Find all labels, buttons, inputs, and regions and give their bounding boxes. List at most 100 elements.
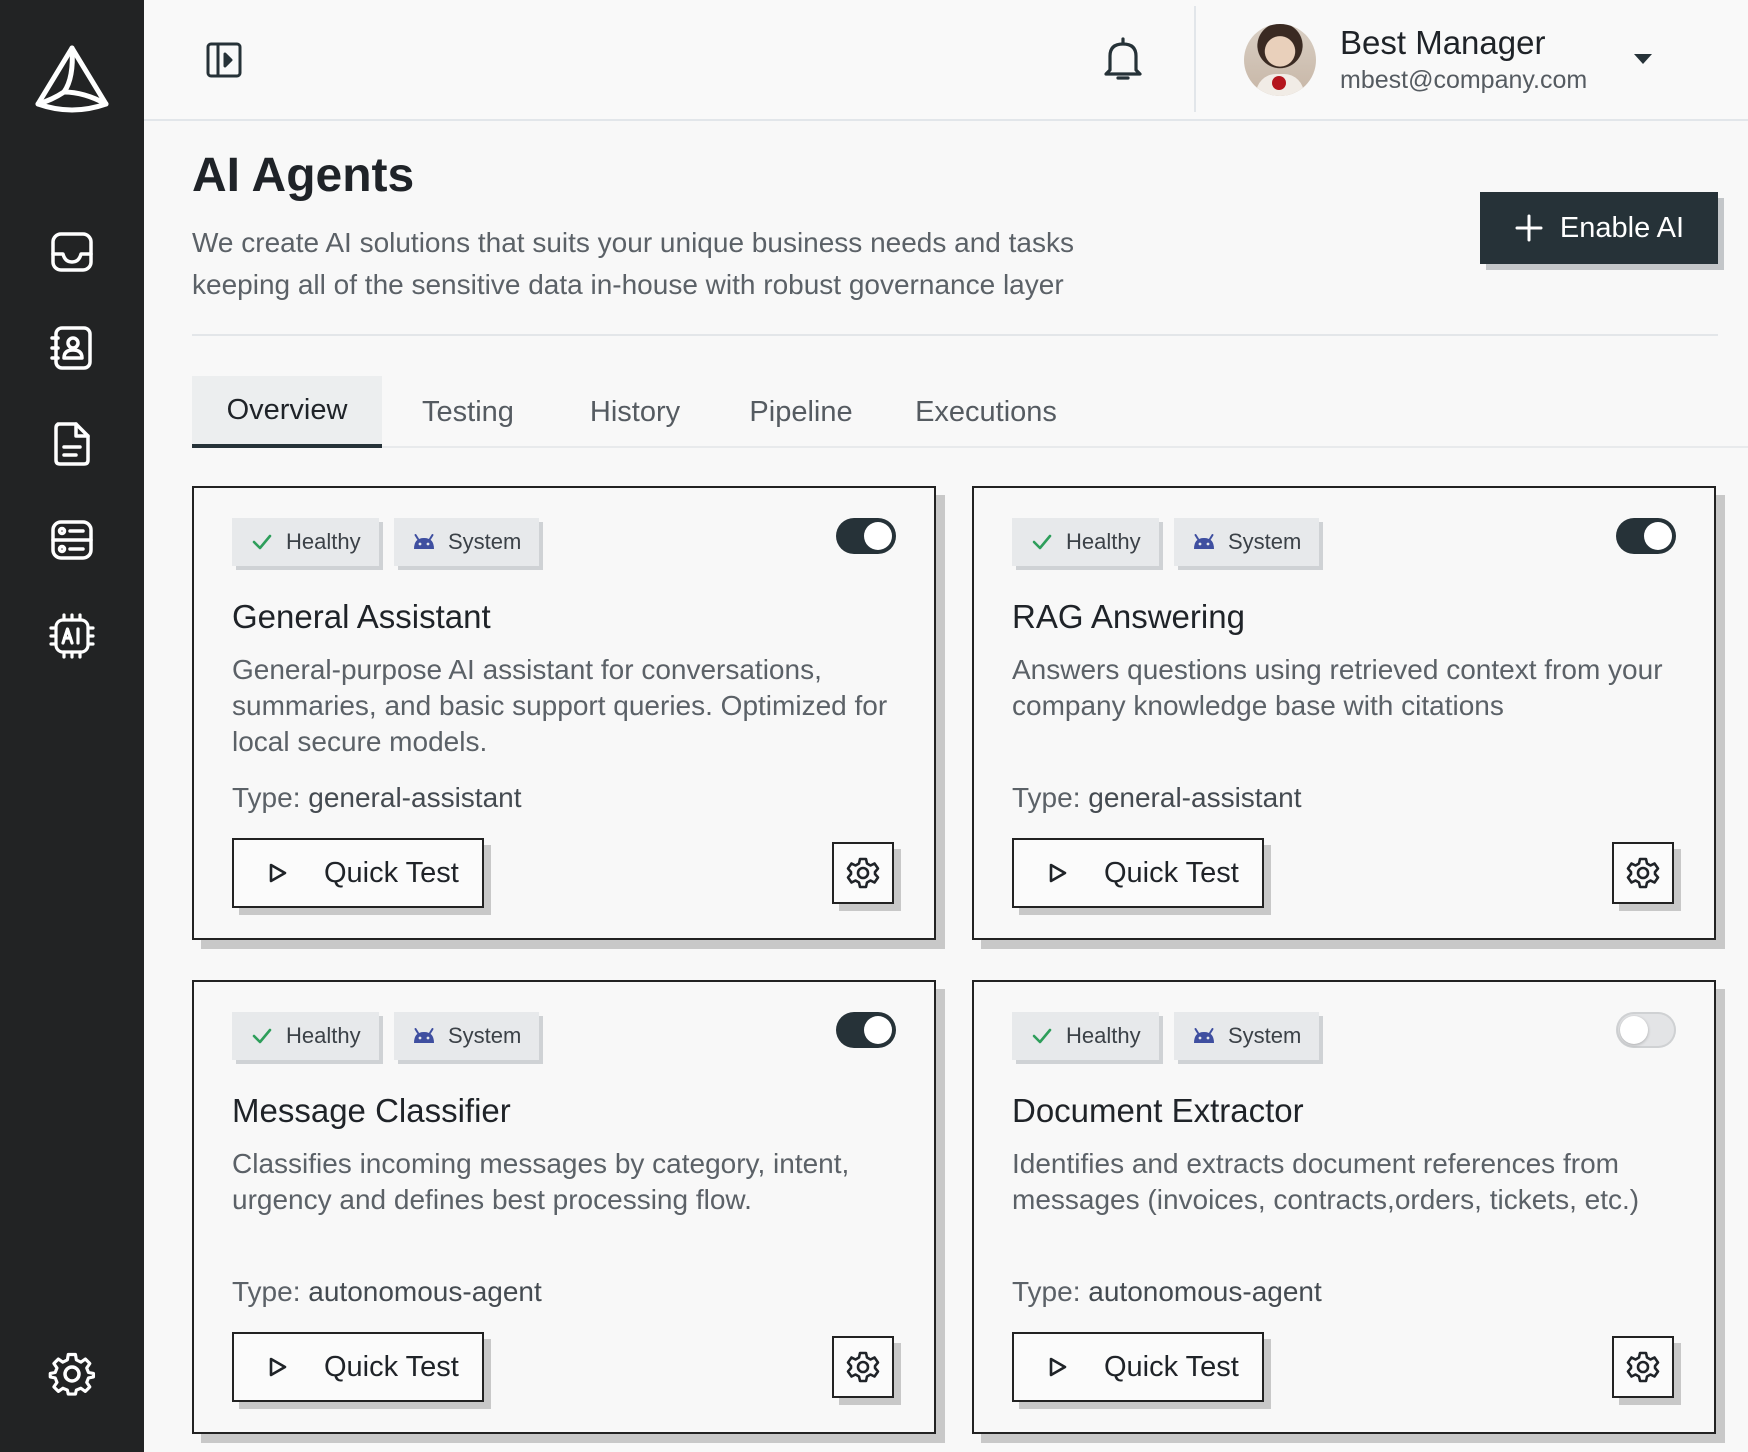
- sidebar-toggle-icon[interactable]: [204, 40, 244, 80]
- contacts-icon[interactable]: [48, 324, 96, 372]
- system-label: System: [448, 529, 522, 554]
- logo-icon[interactable]: [34, 44, 110, 114]
- agent-description: Answers questions using retrieved contex…: [1012, 654, 1663, 721]
- user-name: Best Manager: [1340, 24, 1546, 61]
- user-avatar[interactable]: [1244, 24, 1316, 96]
- quick-test-label: Quick Test: [1104, 1350, 1239, 1383]
- settings-gear-icon[interactable]: [48, 1350, 96, 1398]
- enable-toggle[interactable]: [1616, 1012, 1676, 1048]
- toggle-knob: [1620, 1016, 1648, 1044]
- health-badge: Healthy: [1012, 518, 1159, 566]
- agent-type-label: Type:: [1012, 1276, 1081, 1307]
- agent-description: Classifies incoming messages by category…: [232, 1148, 850, 1215]
- notification-bell-icon[interactable]: [1102, 36, 1144, 82]
- agent-type-value: autonomous-agent: [308, 1276, 542, 1307]
- agent-type-label: Type:: [232, 1276, 301, 1307]
- enable-ai-button[interactable]: Enable AI: [1480, 192, 1718, 264]
- quick-test-label: Quick Test: [324, 1350, 459, 1383]
- plus-icon: [1515, 214, 1543, 242]
- agent-type: Type: autonomous-agent: [232, 1276, 542, 1308]
- check-icon: [252, 534, 272, 550]
- agent-description: Identifies and extracts document referen…: [1012, 1148, 1640, 1215]
- server-icon[interactable]: [48, 516, 96, 564]
- android-icon: [1194, 534, 1214, 549]
- tab-testing[interactable]: Testing: [382, 376, 554, 448]
- agent-title: Message Classifier: [232, 1092, 511, 1129]
- agent-settings-button[interactable]: [1612, 842, 1674, 904]
- gear-icon: [1626, 1351, 1660, 1383]
- health-badge: Healthy: [232, 1012, 379, 1060]
- agent-card: Healthy System RAG Answering Answers que…: [972, 486, 1716, 940]
- agent-settings-button[interactable]: [832, 842, 894, 904]
- health-label: Healthy: [286, 529, 361, 554]
- toggle-knob: [864, 1016, 892, 1044]
- section-divider: [192, 334, 1718, 336]
- inbox-icon[interactable]: [48, 228, 96, 276]
- system-badge: System: [394, 518, 540, 566]
- system-label: System: [1228, 1023, 1302, 1048]
- ai-chip-icon[interactable]: [48, 612, 96, 660]
- agent-title: Document Extractor: [1012, 1092, 1304, 1129]
- health-label: Healthy: [286, 1023, 361, 1048]
- page-title: AI Agents: [192, 149, 415, 202]
- play-icon: [1049, 863, 1067, 883]
- health-badge: Healthy: [1012, 1012, 1159, 1060]
- agent-description: General-purpose AI assistant for convers…: [232, 654, 888, 757]
- agent-settings-button[interactable]: [1612, 1336, 1674, 1398]
- check-icon: [252, 1028, 272, 1044]
- chevron-down-icon[interactable]: [1630, 48, 1656, 68]
- agent-type-value: general-assistant: [308, 782, 522, 813]
- quick-test-button[interactable]: Quick Test: [232, 838, 484, 908]
- document-icon[interactable]: [48, 420, 96, 468]
- system-label: System: [448, 1023, 522, 1048]
- agent-card: Healthy System Message Classifier Classi…: [192, 980, 936, 1434]
- page-subtitle: We create AI solutions that suits your u…: [192, 227, 1074, 300]
- quick-test-button[interactable]: Quick Test: [1012, 1332, 1264, 1402]
- quick-test-button[interactable]: Quick Test: [1012, 838, 1264, 908]
- agent-type: Type: autonomous-agent: [1012, 1276, 1322, 1308]
- tab-bar: Overview Testing History Pipeline Execut…: [192, 376, 1748, 448]
- tab-pipeline[interactable]: Pipeline: [716, 376, 886, 448]
- gear-icon: [1626, 857, 1660, 889]
- agent-type-value: autonomous-agent: [1088, 1276, 1322, 1307]
- system-badge: System: [394, 1012, 540, 1060]
- health-badge: Healthy: [232, 518, 379, 566]
- tab-history[interactable]: History: [554, 376, 716, 448]
- toggle-knob: [864, 522, 892, 550]
- agent-type: Type: general-assistant: [1012, 782, 1302, 814]
- health-label: Healthy: [1066, 529, 1141, 554]
- toggle-knob: [1644, 522, 1672, 550]
- agent-type-value: general-assistant: [1088, 782, 1302, 813]
- gear-icon: [846, 857, 880, 889]
- agent-type-label: Type:: [1012, 782, 1081, 813]
- enable-toggle[interactable]: [1616, 518, 1676, 554]
- quick-test-label: Quick Test: [1104, 856, 1239, 889]
- enable-ai-label: Enable AI: [1559, 211, 1685, 244]
- sidebar: [0, 0, 144, 1452]
- header-divider: [1194, 6, 1196, 112]
- play-icon: [269, 1357, 287, 1377]
- play-icon: [269, 863, 287, 883]
- quick-test-label: Quick Test: [324, 856, 459, 889]
- enable-toggle[interactable]: [836, 518, 896, 554]
- enable-toggle[interactable]: [836, 1012, 896, 1048]
- health-label: Healthy: [1066, 1023, 1141, 1048]
- tab-overview[interactable]: Overview: [192, 376, 382, 448]
- tab-executions[interactable]: Executions: [886, 376, 1086, 448]
- user-email: mbest@company.com: [1340, 66, 1588, 94]
- system-badge: System: [1174, 518, 1320, 566]
- quick-test-button[interactable]: Quick Test: [232, 1332, 484, 1402]
- check-icon: [1032, 534, 1052, 550]
- top-header: Best Manager mbest@company.com: [144, 0, 1748, 121]
- android-icon: [414, 1028, 434, 1043]
- android-icon: [414, 534, 434, 549]
- agent-title: General Assistant: [232, 598, 491, 635]
- system-badge: System: [1174, 1012, 1320, 1060]
- agent-title: RAG Answering: [1012, 598, 1245, 635]
- agent-type-label: Type:: [232, 782, 301, 813]
- agent-card: Healthy System Document Extractor Identi…: [972, 980, 1716, 1434]
- android-icon: [1194, 1028, 1214, 1043]
- agent-settings-button[interactable]: [832, 1336, 894, 1398]
- check-icon: [1032, 1028, 1052, 1044]
- agent-type: Type: general-assistant: [232, 782, 522, 814]
